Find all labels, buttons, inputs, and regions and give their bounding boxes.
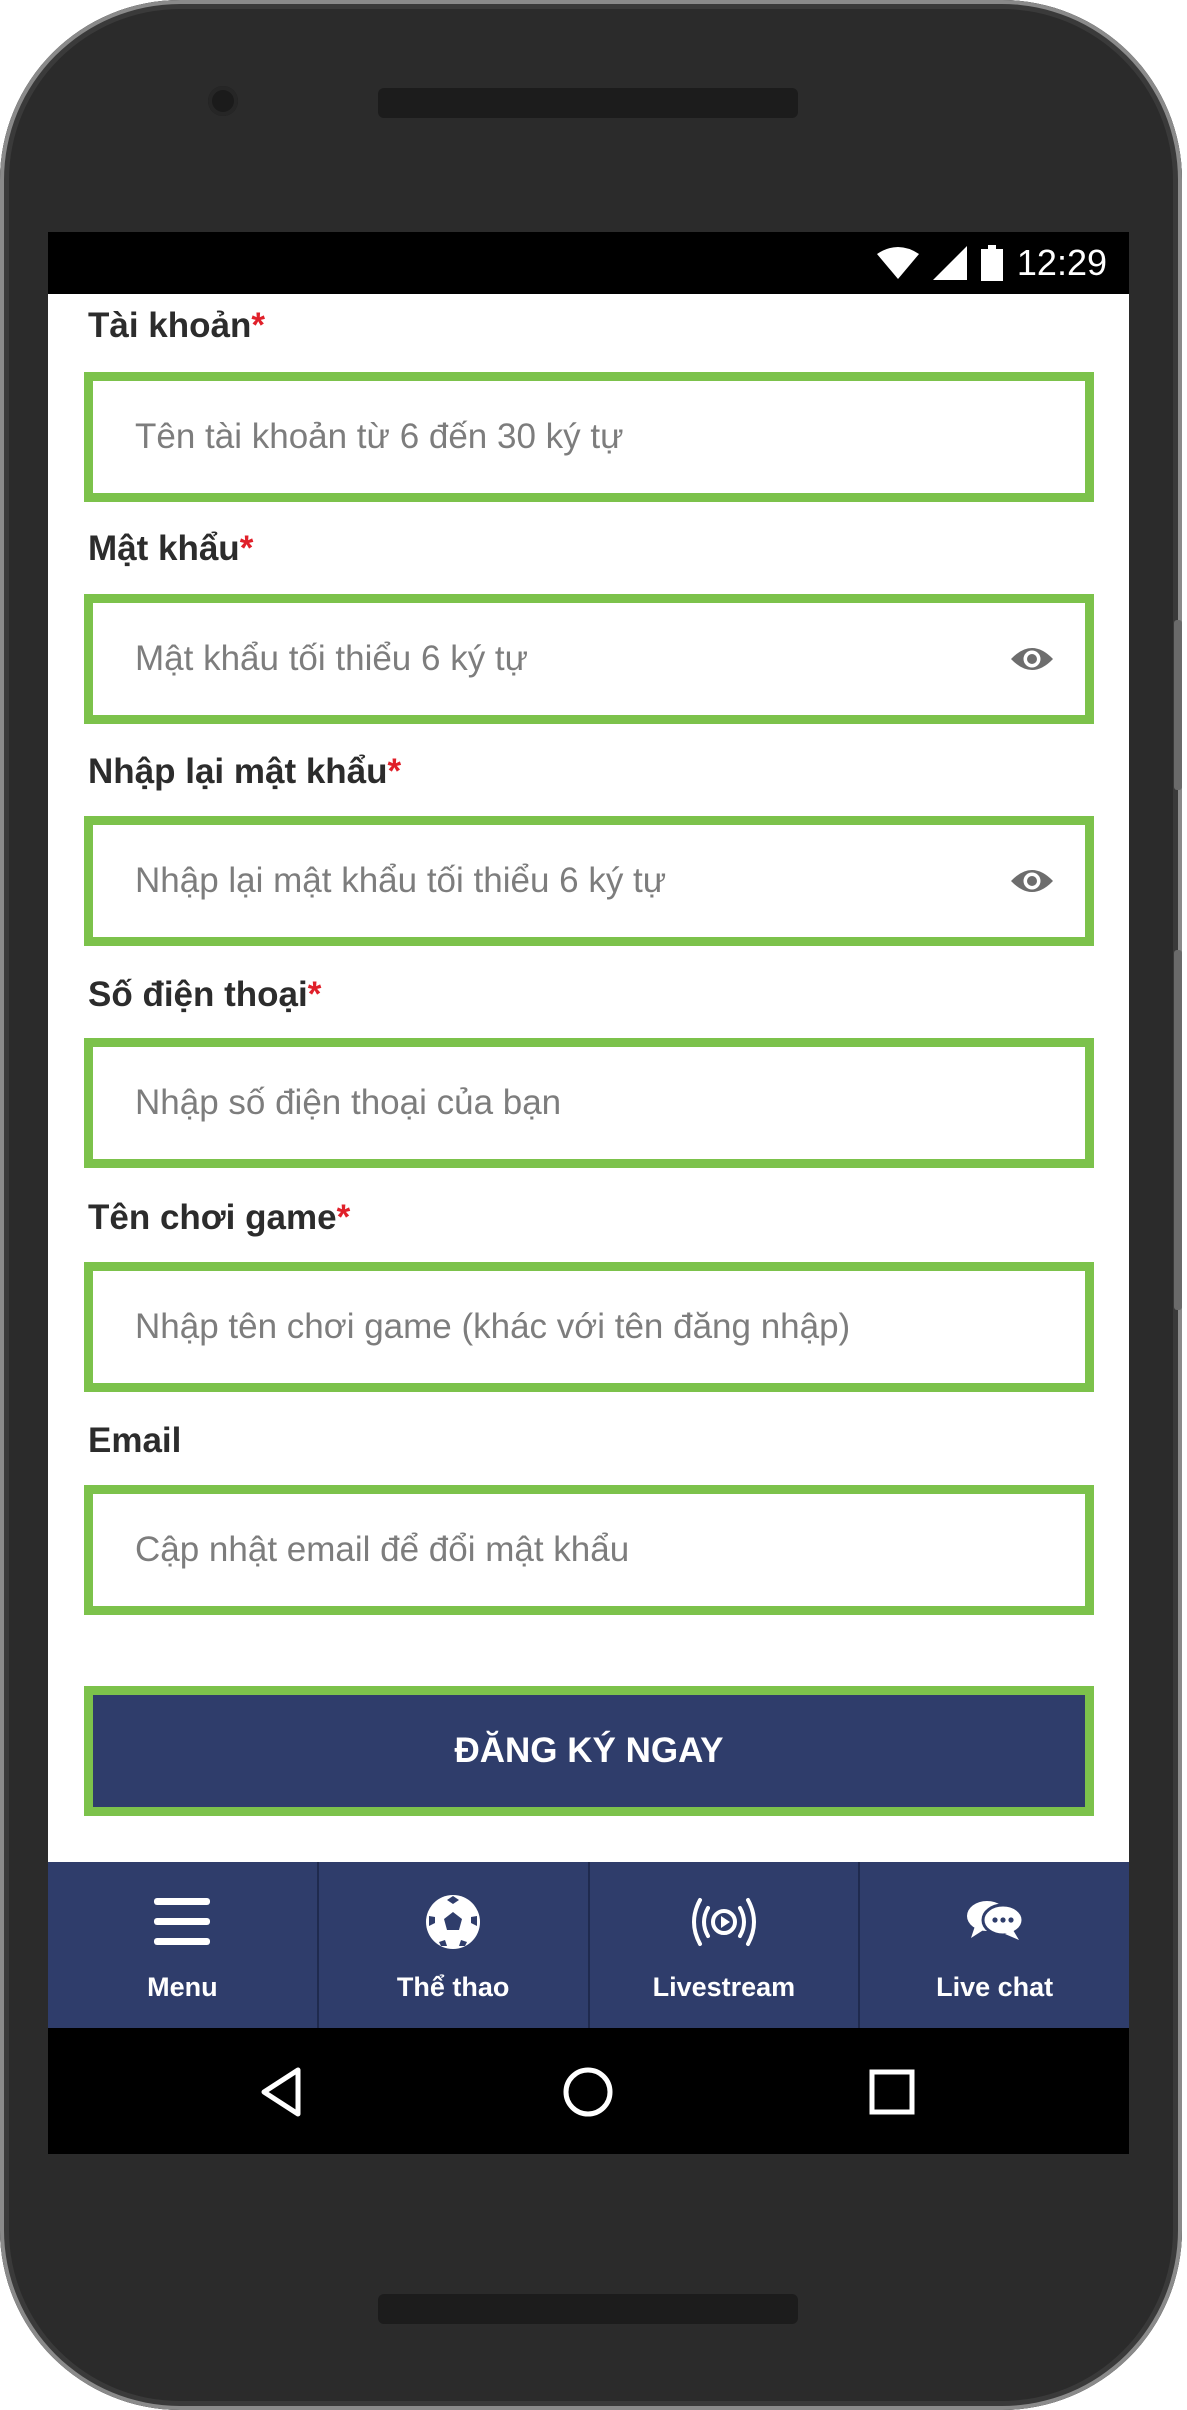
bottom-nav: Menu Thể thao Livestream Live chat	[48, 1862, 1129, 2028]
username-label-text: Tài khoản	[88, 306, 252, 345]
email-field[interactable]	[84, 1485, 1094, 1615]
broadcast-icon	[691, 1898, 756, 1946]
top-speaker	[378, 88, 798, 118]
register-button[interactable]: ĐĂNG KÝ NGAY	[84, 1686, 1094, 1816]
phone-label-text: Số điện thoại	[88, 975, 308, 1014]
game-name-input[interactable]	[93, 1271, 1085, 1383]
eye-icon[interactable]	[1009, 863, 1055, 899]
required-mark: *	[387, 752, 402, 791]
nav-label-menu: Menu	[147, 1972, 218, 2002]
username-label: Tài khoản*	[88, 306, 265, 346]
password-input[interactable]	[93, 603, 1085, 715]
confirm-password-label-text: Nhập lại mật khẩu	[88, 752, 388, 791]
battery-icon	[980, 245, 1003, 281]
game-name-label-text: Tên chơi game	[88, 1198, 337, 1237]
phone-frame: 12:29 Tài khoản* Mật khẩu*	[0, 0, 1182, 2410]
back-icon[interactable]	[254, 2062, 314, 2122]
soccer-ball-icon	[426, 1895, 481, 1949]
password-label: Mật khẩu*	[88, 529, 253, 569]
eye-icon[interactable]	[1009, 641, 1055, 677]
bottom-speaker	[378, 2294, 798, 2324]
required-mark: *	[307, 975, 322, 1014]
game-name-label: Tên chơi game*	[88, 1198, 350, 1238]
status-clock: 12:29	[1016, 242, 1107, 283]
email-label-text: Email	[88, 1421, 182, 1460]
nav-item-live-chat[interactable]: Live chat	[860, 1862, 1129, 2028]
confirm-password-label: Nhập lại mật khẩu*	[88, 752, 401, 792]
confirm-password-field[interactable]	[84, 816, 1094, 946]
status-bar: 12:29	[48, 232, 1129, 294]
required-mark: *	[336, 1198, 351, 1237]
nav-item-livestream[interactable]: Livestream	[590, 1862, 861, 2028]
required-mark: *	[239, 529, 254, 568]
screen: 12:29 Tài khoản* Mật khẩu*	[48, 232, 1129, 2154]
hamburger-icon	[154, 1898, 211, 1945]
confirm-password-input[interactable]	[93, 825, 1085, 937]
nav-label-livestream: Livestream	[652, 1972, 796, 2002]
wifi-icon	[876, 247, 919, 279]
nav-item-menu[interactable]: Menu	[48, 1862, 319, 2028]
game-name-field[interactable]	[84, 1262, 1094, 1392]
username-field[interactable]	[84, 372, 1094, 502]
nav-label-sports: Thể thao	[396, 1972, 510, 2002]
android-nav-bar	[48, 2028, 1129, 2154]
nav-item-sports[interactable]: Thể thao	[319, 1862, 590, 2028]
home-icon[interactable]	[558, 2062, 618, 2122]
required-mark: *	[251, 306, 265, 345]
front-camera	[208, 86, 238, 116]
nav-label-live-chat: Live chat	[936, 1972, 1054, 2002]
signal-icon	[932, 246, 967, 280]
volume-button	[1174, 950, 1182, 1310]
power-button	[1174, 620, 1182, 790]
password-field[interactable]	[84, 594, 1094, 724]
password-label-text: Mật khẩu	[88, 529, 240, 568]
phone-field[interactable]	[84, 1038, 1094, 1168]
username-input[interactable]	[93, 381, 1085, 493]
email-label: Email	[88, 1421, 181, 1461]
phone-label: Số điện thoại*	[88, 975, 321, 1015]
phone-input[interactable]	[93, 1047, 1085, 1159]
email-input[interactable]	[93, 1494, 1085, 1606]
recents-icon[interactable]	[862, 2062, 922, 2122]
chat-bubbles-icon	[966, 1901, 1025, 1940]
